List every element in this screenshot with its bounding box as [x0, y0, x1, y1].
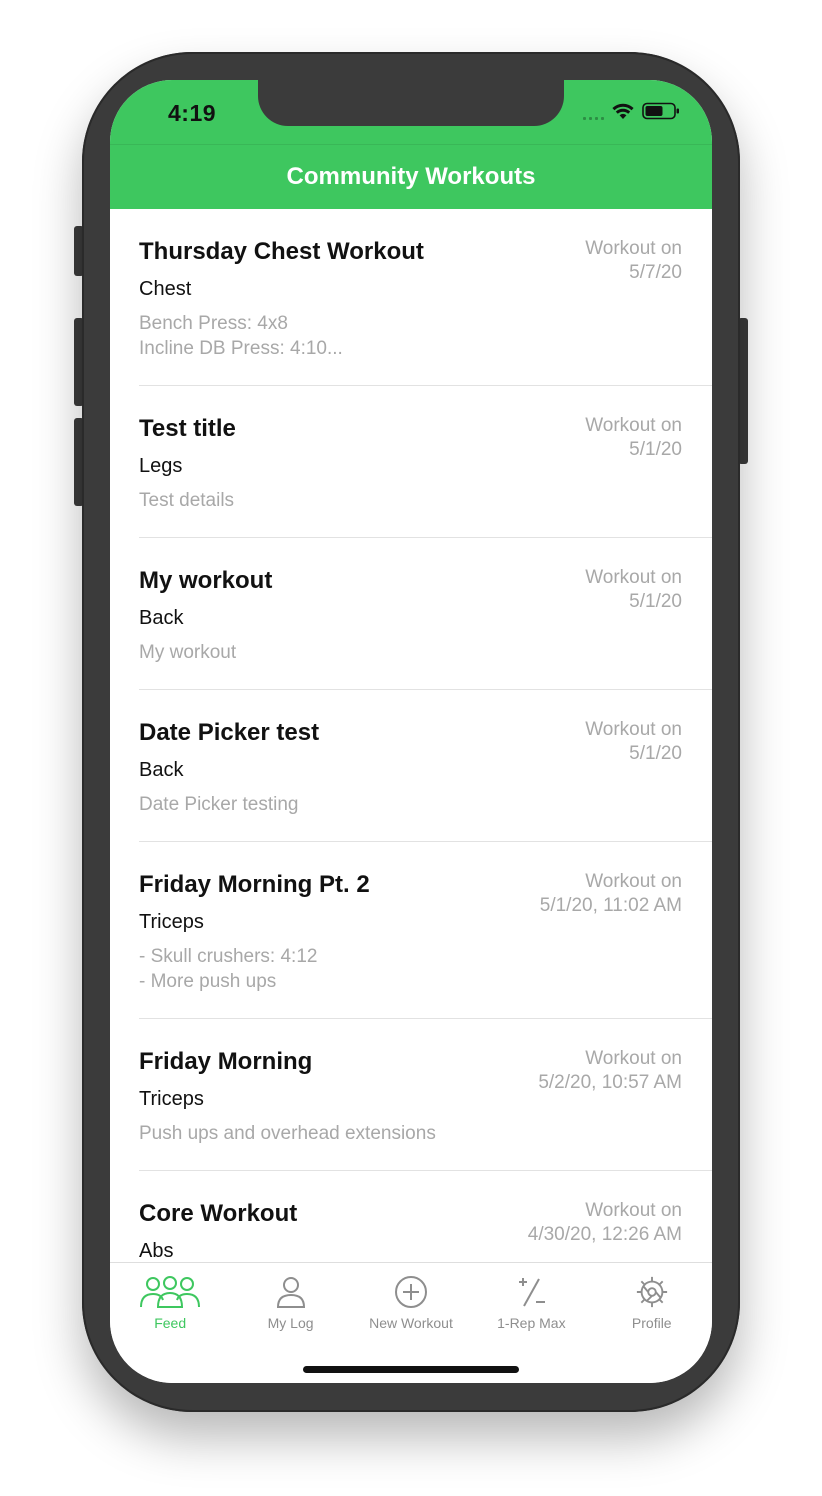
workout-date-label: Workout on	[585, 719, 682, 740]
workout-date-label: Workout on	[585, 415, 682, 436]
workout-details: - Skull crushers: 4:12 - More push ups	[139, 946, 318, 992]
tab-bar: Feed My Log New Workout 1-Rep Max Profil…	[110, 1262, 712, 1383]
workout-date-label: Workout on	[585, 871, 682, 892]
person-icon	[276, 1277, 305, 1308]
workout-date: Workout on 5/2/20, 10:57 AM	[538, 1047, 682, 1095]
workout-details: Push ups and overhead extensions	[139, 1123, 436, 1144]
workout-date: Workout on 5/7/20	[585, 237, 682, 285]
tab-my-log[interactable]: My Log	[231, 1275, 351, 1331]
gear-icon	[636, 1276, 667, 1308]
home-indicator[interactable]	[303, 1366, 519, 1373]
tab-new-workout[interactable]: New Workout	[351, 1275, 471, 1331]
workout-date-value: 5/2/20, 10:57 AM	[538, 1072, 682, 1093]
workout-date: Workout on 4/30/20, 12:26 AM	[528, 1199, 682, 1247]
page-title: Community Workouts	[286, 163, 536, 190]
workout-date: Workout on 5/1/20	[585, 718, 682, 766]
workout-date-value: 5/7/20	[629, 262, 682, 283]
workout-card[interactable]: Thursday Chest Workout Chest Bench Press…	[139, 209, 712, 386]
workout-date-value: 5/1/20	[629, 743, 682, 764]
workout-card[interactable]: Test title Legs Test details Workout on …	[139, 386, 712, 538]
tab-label: New Workout	[369, 1315, 453, 1331]
tab-label: 1-Rep Max	[497, 1315, 566, 1331]
workout-card[interactable]: Core Workout Abs Workout on 4/30/20, 12:…	[139, 1171, 712, 1262]
plus-circle-icon	[394, 1276, 427, 1308]
workout-date: Workout on 5/1/20	[585, 566, 682, 614]
workout-details: Date Picker testing	[139, 794, 299, 815]
workout-card[interactable]: Friday Morning Triceps Push ups and over…	[139, 1019, 712, 1171]
notch	[258, 80, 564, 126]
tab-feed[interactable]: Feed	[110, 1275, 230, 1331]
workout-card[interactable]: My workout Back My workout Workout on 5/…	[139, 538, 712, 690]
status-time: 4:19	[168, 100, 217, 126]
plus-minus-icon	[519, 1278, 546, 1307]
tab-label: My Log	[267, 1315, 314, 1331]
navigation-bar: Community Workouts	[110, 144, 712, 209]
workout-date-label: Workout on	[585, 567, 682, 588]
workout-details: Bench Press: 4x8 Incline DB Press: 4:10.…	[139, 313, 343, 359]
tab-one-rep-max[interactable]: 1-Rep Max	[471, 1275, 591, 1331]
workout-details: Test details	[139, 490, 235, 511]
workout-date-label: Workout on	[585, 1200, 682, 1221]
wifi-icon	[612, 103, 634, 119]
tab-label: Profile	[631, 1315, 672, 1331]
workout-date-value: 5/1/20, 11:02 AM	[539, 895, 682, 916]
tab-label: Feed	[154, 1315, 187, 1331]
workout-date: Workout on 5/1/20, 11:02 AM	[540, 870, 682, 918]
app-screen: 4:19 Community Workouts Thursday Chest W…	[110, 80, 712, 1383]
workout-details: My workout	[139, 642, 237, 663]
workout-date: Workout on 5/1/20	[585, 414, 682, 462]
workout-card[interactable]: Date Picker test Back Date Picker testin…	[139, 690, 712, 842]
workout-date-label: Workout on	[585, 1048, 682, 1069]
workout-card[interactable]: Friday Morning Pt. 2 Triceps - Skull cru…	[139, 842, 712, 1019]
status-bar: 4:19	[110, 80, 712, 144]
workout-date-label: Workout on	[585, 238, 682, 259]
workout-date-value: 5/1/20	[629, 591, 682, 612]
workout-date-value: 4/30/20, 12:26 AM	[527, 1224, 682, 1245]
tab-profile[interactable]: Profile	[592, 1275, 712, 1331]
status-icons	[583, 102, 680, 120]
battery-icon	[642, 102, 679, 120]
workout-date-value: 5/1/20	[629, 439, 682, 460]
group-icon	[140, 1276, 201, 1308]
cellular-signal-icon	[583, 102, 604, 120]
workout-feed[interactable]: Thursday Chest Workout Chest Bench Press…	[110, 209, 712, 1262]
